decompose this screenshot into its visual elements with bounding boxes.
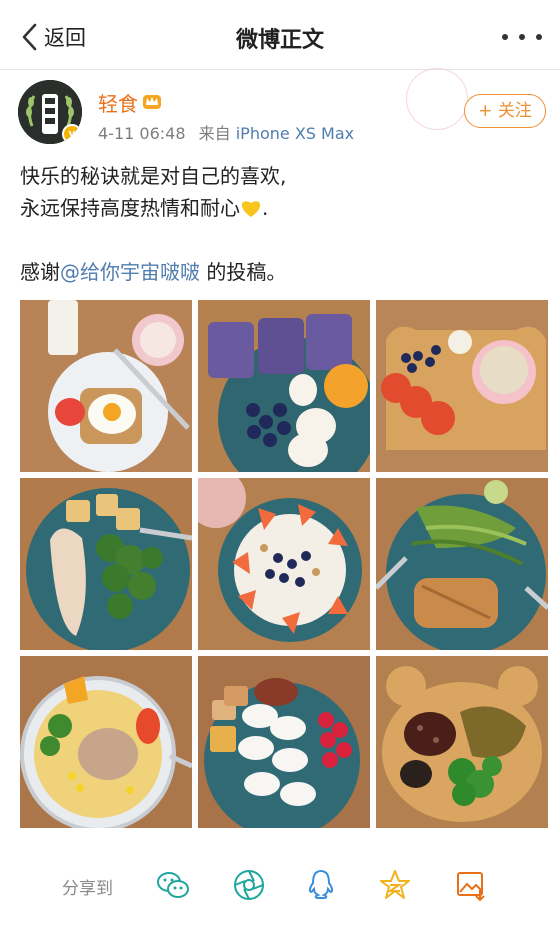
food-photo-toast-egg <box>20 300 192 472</box>
more-dot-icon <box>502 34 508 40</box>
stamp-watermark <box>406 68 468 130</box>
photo-thumbnail[interactable] <box>20 300 192 472</box>
post-time: 4-11 06:48 <box>98 124 186 143</box>
qzone-star-icon[interactable] <box>378 868 412 902</box>
navigation-bar: 返回 微博正文 <box>0 0 560 70</box>
save-image-icon[interactable] <box>454 868 488 902</box>
yellow-heart-icon <box>241 201 261 217</box>
photo-thumbnail[interactable] <box>20 656 192 828</box>
photo-thumbnail[interactable] <box>198 478 370 650</box>
more-dot-icon <box>519 34 525 40</box>
photo-thumbnail[interactable] <box>376 656 548 828</box>
photo-thumbnail[interactable] <box>198 656 370 828</box>
source-label: 来自 <box>198 124 231 143</box>
page-title: 微博正文 <box>235 28 324 53</box>
qq-icon[interactable] <box>304 868 338 902</box>
wechat-icon[interactable] <box>156 868 190 902</box>
food-photo-chicken-broccoli <box>20 478 192 650</box>
device-link[interactable]: iPhone XS Max <box>236 124 354 143</box>
thanks-suffix: 的投稿。 <box>200 260 287 284</box>
author-name[interactable]: 轻食 <box>98 88 138 117</box>
photo-thumbnail[interactable] <box>20 478 192 650</box>
verified-badge-icon: v <box>62 124 82 144</box>
food-photo-oatmeal-tomato <box>376 300 548 472</box>
post-line: 快乐的秘诀就是对自己的喜欢, <box>20 164 287 188</box>
food-photo-bear-plate <box>376 656 548 828</box>
share-bar: 分享到 <box>0 860 560 910</box>
author-header: v 轻食 4-11 06:48 来自 iPhone XS Max + 关注 <box>18 68 548 150</box>
food-photo-yogurt-bowl <box>198 478 370 650</box>
food-photo-pasta-tuna <box>20 656 192 828</box>
vip-crown-icon <box>143 95 161 109</box>
photo-thumbnail[interactable] <box>376 478 548 650</box>
thanks-line: 感谢@给你宇宙啵啵 的投稿。 <box>20 256 540 288</box>
follow-button[interactable]: + 关注 <box>464 94 546 128</box>
food-photo-chicken-zucchini <box>376 478 548 650</box>
avatar[interactable]: v <box>18 80 82 144</box>
photo-thumbnail[interactable] <box>198 300 370 472</box>
moments-icon[interactable] <box>232 868 266 902</box>
more-dot-icon <box>536 34 542 40</box>
food-photo-purple-bread-blueberries <box>198 300 370 472</box>
post-content: 快乐的秘诀就是对自己的喜欢, 永远保持高度热情和耐心. 感谢@给你宇宙啵啵 的投… <box>20 160 540 288</box>
food-photo-egg-white-raspberry <box>198 656 370 828</box>
post-meta: 4-11 06:48 来自 iPhone XS Max <box>98 120 354 144</box>
more-options-button[interactable] <box>502 28 542 46</box>
post-line: 永远保持高度热情和耐心. <box>20 192 540 224</box>
thanks-prefix: 感谢 <box>20 260 60 284</box>
post-line-text: 永远保持高度热情和耐心 <box>20 196 240 220</box>
post-line-end: . <box>262 196 269 220</box>
photo-thumbnail[interactable] <box>376 300 548 472</box>
share-label: 分享到 <box>62 879 113 899</box>
mention-link[interactable]: @给你宇宙啵啵 <box>60 260 200 284</box>
